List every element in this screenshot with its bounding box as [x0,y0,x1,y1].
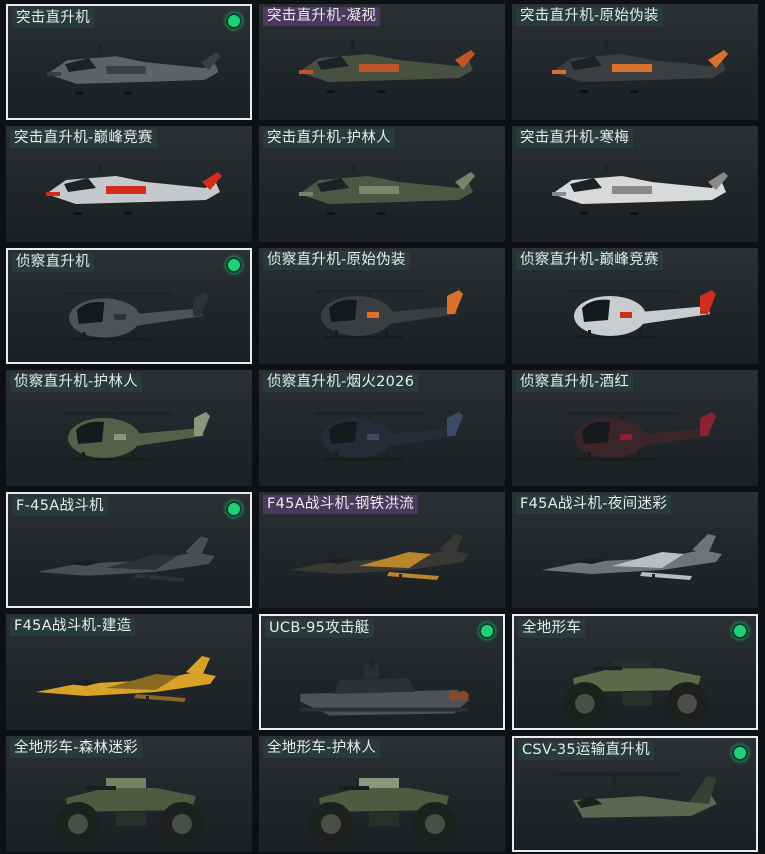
vehicle-name: 突击直升机-护林人 [263,129,395,148]
vehicle-tile[interactable]: 突击直升机-凝视 [259,4,505,120]
vehicle-name: F45A战斗机-夜间迷彩 [516,495,672,514]
apache-vehicle-image [46,160,222,215]
vehicle-name: 突击直升机-寒梅 [516,129,634,148]
jet-vehicle-image [289,534,469,582]
vehicle-tile[interactable]: 突击直升机-护林人 [259,126,505,242]
vehicle-name: 全地形车-护林人 [263,739,381,758]
equipped-indicator-icon [226,257,242,273]
jet-vehicle-image [37,536,215,584]
vehicle-tile[interactable]: 侦察直升机-护林人 [6,370,252,486]
vehicle-name: 突击直升机 [12,9,94,28]
vehicle-name: 全地形车 [518,619,586,638]
vehicle-tile[interactable]: CSV-35运输直升机 [512,736,758,852]
vehicle-tile[interactable]: F45A战斗机-夜间迷彩 [512,492,758,608]
jet-vehicle-image [542,534,722,582]
atv-vehicle-image [309,778,457,846]
vehicle-name: F-45A战斗机 [12,497,108,516]
apache-vehicle-image [299,160,475,215]
vehicle-name: 全地形车-森林迷彩 [10,739,142,758]
apache-vehicle-image [47,40,221,95]
equipped-indicator-icon [732,745,748,761]
equipped-indicator-icon [732,623,748,639]
vehicle-name: 突击直升机-巅峰竞赛 [10,129,157,148]
vehicle-tile[interactable]: 侦察直升机-烟火2026 [259,370,505,486]
vehicle-tile[interactable]: 侦察直升机-巅峰竞赛 [512,248,758,364]
vehicle-name: 侦察直升机-护林人 [10,373,142,392]
vehicle-name: 侦察直升机-酒红 [516,373,634,392]
scout-vehicle-image [63,292,209,341]
vehicle-skin-grid: 突击直升机 突击直升机-凝视 突击直升机-原始伪装 突击直升机-巅峰竞赛 突击直… [0,0,765,854]
apache-vehicle-image [299,38,475,93]
vehicle-name: UCB-95攻击艇 [265,619,374,638]
jet-vehicle-image [36,656,216,704]
apache-vehicle-image [552,160,728,215]
vehicle-tile[interactable]: 全地形车-森林迷彩 [6,736,252,852]
vehicle-tile[interactable]: 全地形车-护林人 [259,736,505,852]
scout-vehicle-image [315,290,463,339]
scout-vehicle-image [62,412,210,461]
equipped-indicator-icon [479,623,495,639]
vehicle-name: F45A战斗机-建造 [10,617,136,636]
equipped-indicator-icon [226,13,242,29]
vehicle-tile[interactable]: 突击直升机-巅峰竞赛 [6,126,252,242]
scout-vehicle-image [568,290,716,339]
vehicle-name: 侦察直升机-巅峰竞赛 [516,251,663,270]
scout-vehicle-image [568,412,716,461]
atv-vehicle-image [563,658,709,726]
vehicle-tile[interactable]: F45A战斗机-建造 [6,614,252,730]
vehicle-tile[interactable]: 侦察直升机-原始伪装 [259,248,505,364]
vehicle-tile[interactable]: 突击直升机 [6,4,252,120]
vehicle-tile[interactable]: F45A战斗机-钢铁洪流 [259,492,505,608]
vehicle-name: F45A战斗机-钢铁洪流 [263,495,419,514]
vehicle-tile[interactable]: 突击直升机-寒梅 [512,126,758,242]
equipped-indicator-icon [226,501,242,517]
vehicle-name: 突击直升机-原始伪装 [516,7,663,26]
vehicle-tile[interactable]: F-45A战斗机 [6,492,252,608]
vehicle-tile[interactable]: 侦察直升机-酒红 [512,370,758,486]
vehicle-tile[interactable]: 侦察直升机 [6,248,252,364]
vehicle-tile[interactable]: 全地形车 [512,614,758,730]
vehicle-name: 侦察直升机-原始伪装 [263,251,410,270]
scout-vehicle-image [315,412,463,461]
vehicle-name: 侦察直升机-烟火2026 [263,373,419,392]
apache-vehicle-image [552,38,728,93]
atv-vehicle-image [56,778,204,846]
vehicle-name: CSV-35运输直升机 [518,741,654,760]
vehicle-tile[interactable]: 突击直升机-原始伪装 [512,4,758,120]
vehicle-tile[interactable]: UCB-95攻击艇 [259,614,505,730]
vehicle-name: 突击直升机-凝视 [263,7,381,26]
osprey-vehicle-image [553,772,717,828]
vehicle-name: 侦察直升机 [12,253,94,272]
boat-vehicle-image [300,658,470,716]
